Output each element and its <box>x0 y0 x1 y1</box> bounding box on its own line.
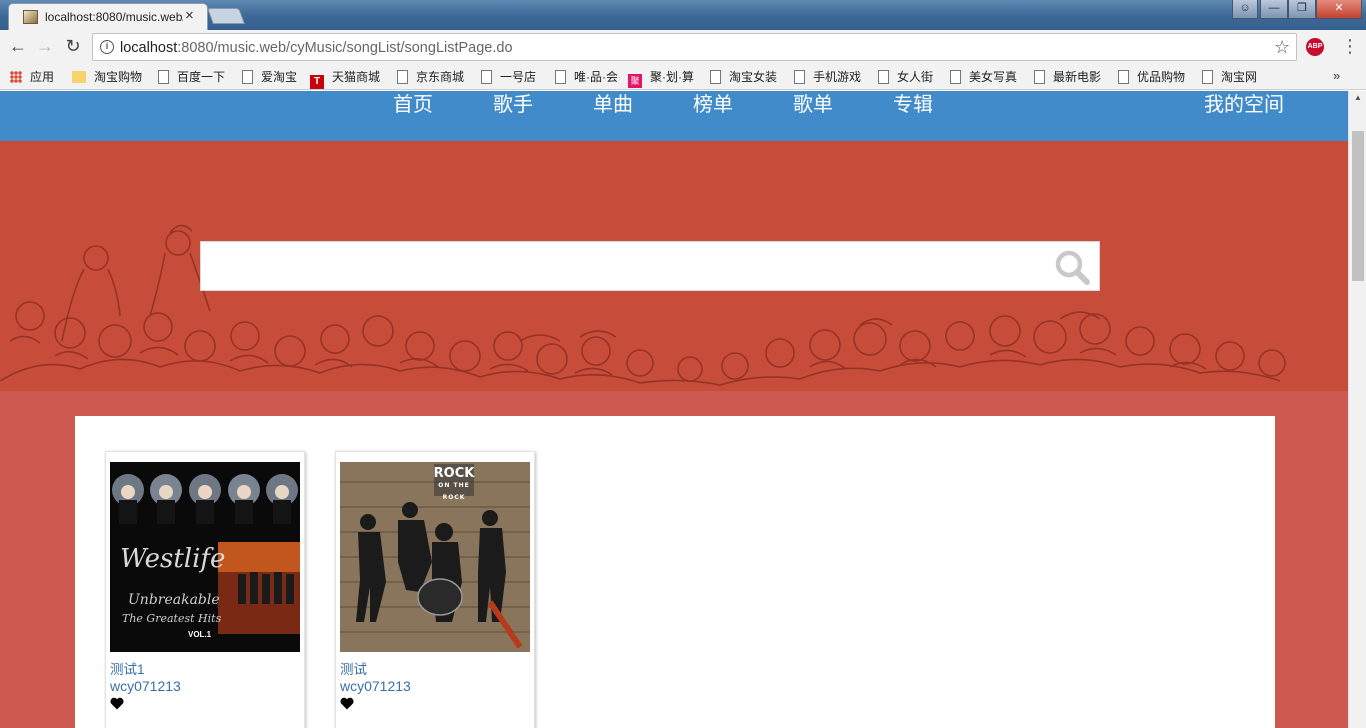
bookmarks-bar: 应用 淘宝购物 百度一下 爱淘宝 T 天猫商城 京东商城 一号店 唯·品·会 聚聚… <box>0 64 1366 90</box>
reload-icon[interactable]: ↻ <box>61 35 85 59</box>
playlist-cover-image[interactable]: ROCK ON THE ROCK <box>340 462 530 652</box>
page-icon <box>794 70 805 84</box>
bookmark-item[interactable]: 百度一下 <box>158 68 225 86</box>
playlist-panel: Westlife Unbreakable The Greatest Hits V… <box>75 416 1275 728</box>
playlist-title[interactable]: 测试 <box>340 658 367 678</box>
bookmark-apps[interactable]: 应用 <box>10 68 54 86</box>
nav-my-space[interactable]: 我的空间 <box>1204 91 1284 117</box>
cover-artist-text: Westlife <box>120 544 226 574</box>
tab-close-icon[interactable]: × <box>185 7 194 24</box>
new-tab-button[interactable] <box>207 8 245 24</box>
folder-icon <box>72 71 86 83</box>
favicon-icon <box>23 10 38 24</box>
bookmark-item[interactable]: 聚聚·划·算 <box>628 68 694 88</box>
bookmark-item[interactable]: 爱淘宝 <box>242 68 297 86</box>
nav-playlists[interactable]: 歌单 <box>793 91 833 117</box>
nav-albums[interactable]: 专辑 <box>893 91 933 117</box>
page-icon <box>1202 70 1213 84</box>
nav-home[interactable]: 首页 <box>393 91 433 117</box>
forward-arrow-icon[interactable]: → <box>33 35 57 59</box>
playlist-creator[interactable]: wcy071213 <box>110 678 181 694</box>
cover-subtitle-text: The Greatest Hits <box>122 612 222 625</box>
playlist-cover-image[interactable]: Westlife Unbreakable The Greatest Hits V… <box>110 462 300 652</box>
page-icon <box>878 70 889 84</box>
scrollbar-thumb[interactable] <box>1352 131 1364 281</box>
page-icon <box>242 70 253 84</box>
bookmark-item[interactable]: 淘宝网 <box>1202 68 1257 86</box>
page-icon <box>555 70 566 84</box>
cover-title-text: ROCK ON THE ROCK <box>432 467 476 504</box>
page-icon <box>710 70 721 84</box>
url-path: :8080/music.web/cyMusic/songList/songLis… <box>177 40 513 56</box>
apps-icon <box>10 71 22 83</box>
address-bar[interactable]: i localhost:8080/music.web/cyMusic/songL… <box>92 33 1297 61</box>
cover-subtitle-text: ON THE ROCK <box>438 482 470 501</box>
bookmark-item[interactable]: 淘宝女装 <box>710 68 777 86</box>
bookmark-item[interactable]: 女人街 <box>878 68 933 86</box>
page-icon <box>1034 70 1045 84</box>
page-icon <box>397 70 408 84</box>
search-banner <box>0 141 1348 391</box>
playlist-card[interactable]: ROCK ON THE ROCK 测试 wcy071213 <box>335 451 535 728</box>
browser-toolbar: ← → ↻ i localhost:8080/music.web/cyMusic… <box>0 30 1366 64</box>
browser-tab[interactable]: localhost:8080/music.web/cyMusic/songLis… <box>8 3 208 30</box>
site-navbar: 首页 歌手 单曲 榜单 歌单 专辑 我的空间 <box>0 91 1348 141</box>
bookmark-item[interactable]: 淘宝购物 <box>72 68 142 86</box>
scroll-up-arrow-icon[interactable]: ▲ <box>1349 93 1366 102</box>
page-viewport: 首页 歌手 单曲 榜单 歌单 专辑 我的空间 Westlife Unbreaka… <box>0 91 1348 728</box>
page-icon <box>481 70 492 84</box>
bookmark-item[interactable]: 京东商城 <box>397 68 464 86</box>
more-bookmarks-button[interactable]: » <box>1333 68 1340 83</box>
heart-icon[interactable] <box>110 697 124 710</box>
bookmark-item[interactable]: 美女写真 <box>950 68 1017 86</box>
page-icon <box>1118 70 1129 84</box>
back-arrow-icon[interactable]: ← <box>6 35 30 59</box>
profile-button[interactable]: ☺ <box>1232 0 1258 19</box>
close-window-button[interactable]: ✕ <box>1316 0 1362 19</box>
search-input[interactable] <box>201 242 1041 290</box>
tmall-icon: T <box>310 75 324 89</box>
adblock-icon[interactable]: ABP <box>1306 38 1324 56</box>
window-titlebar: localhost:8080/music.web/cyMusic/songLis… <box>0 0 1366 30</box>
search-icon[interactable] <box>1054 249 1090 285</box>
bookmark-item[interactable]: 手机游戏 <box>794 68 861 86</box>
page-scrollbar[interactable]: ▲ <box>1348 91 1366 728</box>
nav-singers[interactable]: 歌手 <box>493 91 533 117</box>
url-host: localhost <box>120 40 178 56</box>
menu-icon[interactable]: ⋮ <box>1341 36 1359 57</box>
playlist-title[interactable]: 测试1 <box>110 658 145 678</box>
maximize-button[interactable]: ❐ <box>1288 0 1316 19</box>
bookmark-item[interactable]: 最新电影 <box>1034 68 1101 86</box>
playlist-card[interactable]: Westlife Unbreakable The Greatest Hits V… <box>105 451 305 728</box>
nav-charts[interactable]: 榜单 <box>693 91 733 117</box>
cover-album-text: Unbreakable <box>128 592 220 608</box>
bookmark-item[interactable]: 一号店 <box>481 68 536 86</box>
cover-vol-text: VOL.1 <box>188 630 212 639</box>
bookmark-item[interactable]: T 天猫商城 <box>310 68 380 89</box>
ju-icon: 聚 <box>628 74 642 88</box>
page-icon <box>158 70 169 84</box>
minimize-button[interactable]: — <box>1260 0 1288 19</box>
star-icon[interactable]: ☆ <box>1274 37 1290 58</box>
tab-title: localhost:8080/music.web/cyMusic/songLis… <box>45 10 183 24</box>
info-icon[interactable]: i <box>100 40 114 54</box>
nav-songs[interactable]: 单曲 <box>593 91 633 117</box>
url-text[interactable]: localhost:8080/music.web/cyMusic/songLis… <box>120 40 513 56</box>
playlist-creator[interactable]: wcy071213 <box>340 678 411 694</box>
search-box <box>200 241 1100 291</box>
heart-icon[interactable] <box>340 697 354 710</box>
bookmark-item[interactable]: 唯·品·会 <box>555 68 618 86</box>
bookmark-item[interactable]: 优品购物 <box>1118 68 1185 86</box>
page-icon <box>950 70 961 84</box>
